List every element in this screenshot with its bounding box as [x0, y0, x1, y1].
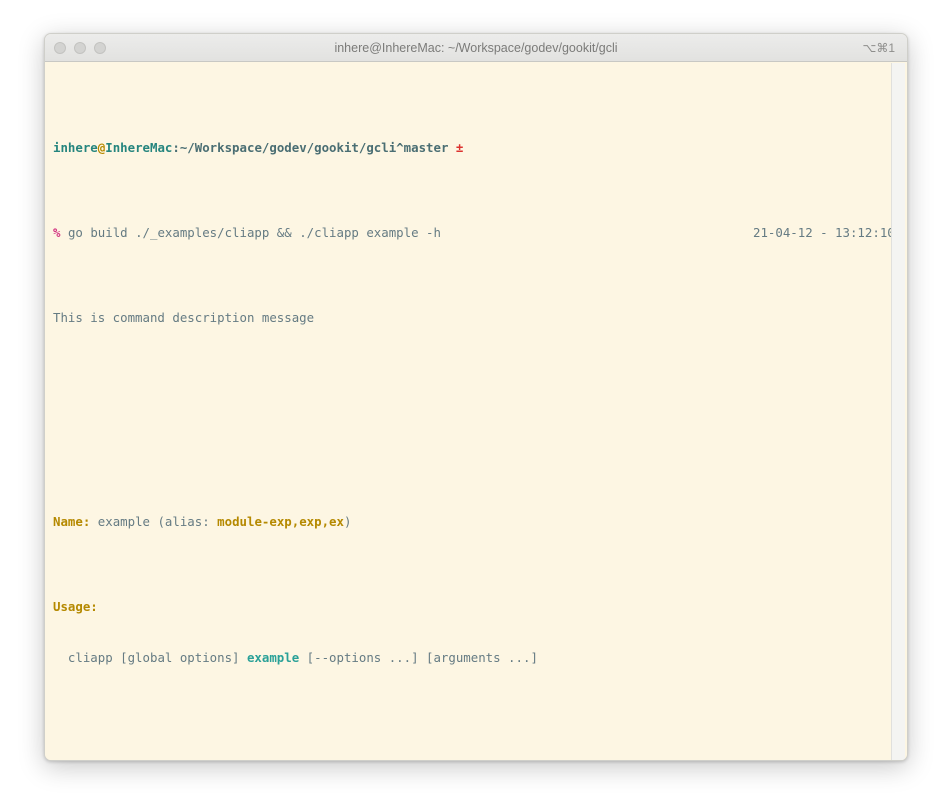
prompt-dirty-marker: ± [456, 140, 463, 155]
alias-value: module-exp,exp,ex [217, 514, 344, 529]
spacer [53, 377, 907, 394]
command-text: go build ./_examples/cliapp && ./cliapp … [68, 225, 441, 240]
name-label: Name: [53, 514, 90, 529]
window-title: inhere@InhereMac: ~/Workspace/godev/gook… [45, 34, 907, 62]
window-titlebar[interactable]: inhere@InhereMac: ~/Workspace/godev/gook… [45, 34, 907, 62]
prompt-branch: ^master [396, 140, 448, 155]
prompt-host: InhereMac [105, 140, 172, 155]
command-line: % go build ./_examples/cliapp && ./cliap… [53, 224, 907, 241]
usage-value-line: cliapp [global options] example [--optio… [53, 649, 907, 666]
spacer [53, 428, 907, 445]
alias-close: ) [344, 514, 351, 529]
prompt-path: ~/Workspace/godev/gookit/gcli [180, 140, 396, 155]
terminal-body[interactable]: inhere@InhereMac:~/Workspace/godev/gooki… [45, 62, 907, 760]
terminal-window: inhere@InhereMac: ~/Workspace/godev/gook… [44, 33, 908, 761]
alias-open: (alias: [157, 514, 209, 529]
usage-command: example [247, 650, 299, 665]
command-timestamp: 21-04-12 - 13:12:10 [753, 224, 895, 241]
name-section-line: Name: example (alias: module-exp,exp,ex) [53, 513, 907, 530]
command-description: This is command description message [53, 309, 907, 326]
terminal-output: inhere@InhereMac:~/Workspace/godev/gooki… [45, 71, 907, 760]
usage-prefix: cliapp [global options] [68, 650, 247, 665]
window-shortcut-label: ⌥⌘1 [862, 34, 895, 62]
name-value: example [98, 514, 150, 529]
vertical-scrollbar[interactable] [891, 63, 905, 760]
usage-label: Usage: [53, 599, 98, 614]
spacer [53, 717, 907, 734]
prompt-colon: : [172, 140, 179, 155]
usage-label-line: Usage: [53, 598, 907, 615]
prompt-line: inhere@InhereMac:~/Workspace/godev/gooki… [53, 139, 907, 156]
usage-suffix: [--options ...] [arguments ...] [299, 650, 538, 665]
prompt-user: inhere [53, 140, 98, 155]
